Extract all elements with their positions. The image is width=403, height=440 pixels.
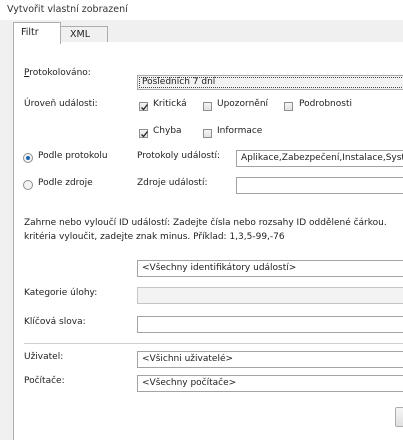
checkmark-icon — [141, 104, 149, 111]
event-level-label: Úroveň události: — [24, 99, 98, 109]
checkbox-information[interactable] — [203, 129, 212, 138]
keywords-field[interactable] — [137, 316, 403, 333]
checkmark-icon — [141, 131, 149, 138]
logged-dropdown-value: Posledních 7 dní — [142, 77, 216, 87]
computer-label: Počítače: — [24, 376, 65, 386]
checkbox-verbose[interactable] — [284, 102, 293, 111]
logged-label-text: rotokolováno: — [29, 68, 91, 78]
computer-field[interactable]: <Všechny počítače> — [137, 375, 403, 392]
section-divider — [24, 343, 403, 344]
radio-by-source-label: Podle zdroje — [38, 178, 93, 188]
event-logs-label: Protokoly událostí: — [137, 151, 221, 161]
tab-filter[interactable]: Filtr — [13, 22, 61, 44]
checkbox-information-label: Informace — [217, 126, 263, 136]
event-logs-value: Aplikace,Zabezpečení,Instalace,Systém — [241, 153, 403, 163]
tab-filter-label: Filtr — [21, 27, 39, 38]
keywords-label: Klíčová slova: — [24, 317, 86, 327]
tab-xml-label: XML — [70, 29, 90, 40]
title-bar: Vytvořit vlastní zobrazení — [0, 0, 403, 20]
computer-value: <Všechny počítače> — [142, 378, 237, 388]
event-id-description-line1: Zahrne nebo vyloučí ID událostí: Zadejte… — [24, 218, 387, 228]
dialog-window: Vytvořit vlastní zobrazení XML Filtr Pro… — [0, 0, 403, 440]
checkbox-critical[interactable] — [139, 102, 149, 111]
event-ids-field[interactable]: <Všechny identifikátory událostí> — [137, 260, 403, 277]
clear-button[interactable] — [395, 407, 403, 427]
event-sources-label: Zdroje událostí: — [137, 178, 208, 188]
logged-dropdown[interactable]: Posledních 7 dní — [137, 75, 403, 90]
task-category-field[interactable] — [137, 287, 403, 304]
radio-by-source[interactable] — [23, 180, 33, 190]
logged-label: Protokolováno: — [24, 68, 91, 78]
checkbox-warning-label: Upozornění — [217, 99, 269, 109]
radio-selected-dot — [26, 156, 30, 160]
checkbox-critical-label: Kritická — [153, 99, 187, 109]
user-value: <Všichni uživatelé> — [142, 354, 234, 364]
window-title: Vytvořit vlastní zobrazení — [7, 4, 128, 15]
radio-by-log[interactable] — [23, 153, 33, 163]
radio-by-log-label: Podle protokolu — [38, 151, 108, 161]
event-logs-field[interactable]: Aplikace,Zabezpečení,Instalace,Systém — [236, 150, 403, 167]
checkbox-error-label: Chyba — [153, 126, 182, 136]
tab-xml[interactable]: XML — [59, 26, 108, 43]
event-id-description-line2: kritéria vyloučit, zadejte znak minus. P… — [24, 232, 285, 242]
event-ids-value: <Všechny identifikátory událostí> — [142, 263, 297, 273]
user-field[interactable]: <Všichni uživatelé> — [137, 351, 403, 368]
event-sources-field[interactable] — [236, 177, 403, 194]
checkbox-error[interactable] — [139, 129, 149, 138]
checkbox-verbose-label: Podrobnosti — [299, 99, 352, 109]
user-label: Uživatel: — [24, 352, 64, 362]
task-category-label: Kategorie úlohy: — [24, 288, 98, 298]
filter-panel: Protokolováno: Posledních 7 dní Úroveň u… — [13, 42, 403, 440]
checkbox-warning[interactable] — [203, 102, 212, 111]
